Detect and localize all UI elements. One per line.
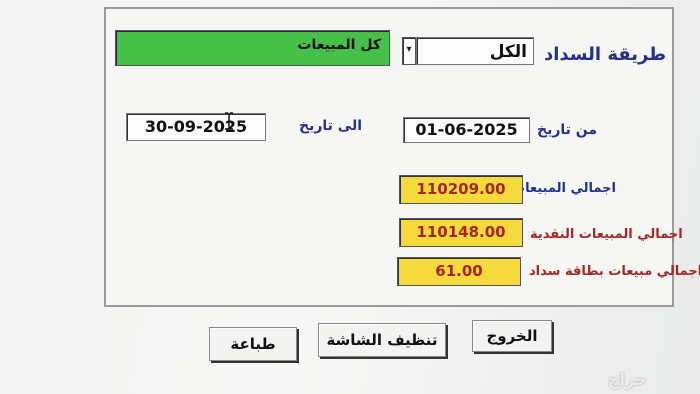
total-sales-value: 110209.00 [416,180,506,198]
total-sales-label: اجمالي المبيعات [512,181,616,196]
card-sales-value: 61.00 [435,262,483,280]
watermark-logo: حراج [608,370,647,389]
payment-method-dropdown-arrow-icon[interactable]: ▾ [402,37,416,65]
from-date-label: من تاريخ [537,122,598,138]
clear-screen-button[interactable]: تنظيف الشاشة [318,323,446,357]
total-sales-field: 110209.00 [399,175,523,204]
payment-method-label: طريقة السداد [544,44,667,65]
sales-type-field[interactable]: كل المبيعات [115,30,390,66]
payment-method-value: الكل [489,42,527,62]
cash-sales-value: 110148.00 [416,223,506,241]
print-button-label: طباعة [230,335,276,353]
print-button[interactable]: طباعة [209,327,297,361]
exit-button[interactable]: الخروج [472,320,552,352]
from-date-value: 01-06-2025 [415,120,518,139]
from-date-input[interactable]: 01-06-2025 [403,117,530,143]
cash-sales-field: 110148.00 [399,218,523,247]
to-date-input[interactable]: 30-09-2025 [126,113,266,141]
exit-button-label: الخروج [486,327,538,345]
to-date-label: الى تاريخ [299,118,363,134]
payment-method-select[interactable]: الكل [416,37,534,65]
cash-sales-label: اجمالي المبيعات النقدية [530,227,683,242]
clear-screen-button-label: تنظيف الشاشة [326,331,438,349]
card-sales-field: 61.00 [397,257,521,286]
text-cursor-icon [225,112,233,130]
sales-type-value: كل المبيعات [297,37,381,53]
card-sales-label: اجمالي مبيعات بطاقة سداد [529,264,700,279]
